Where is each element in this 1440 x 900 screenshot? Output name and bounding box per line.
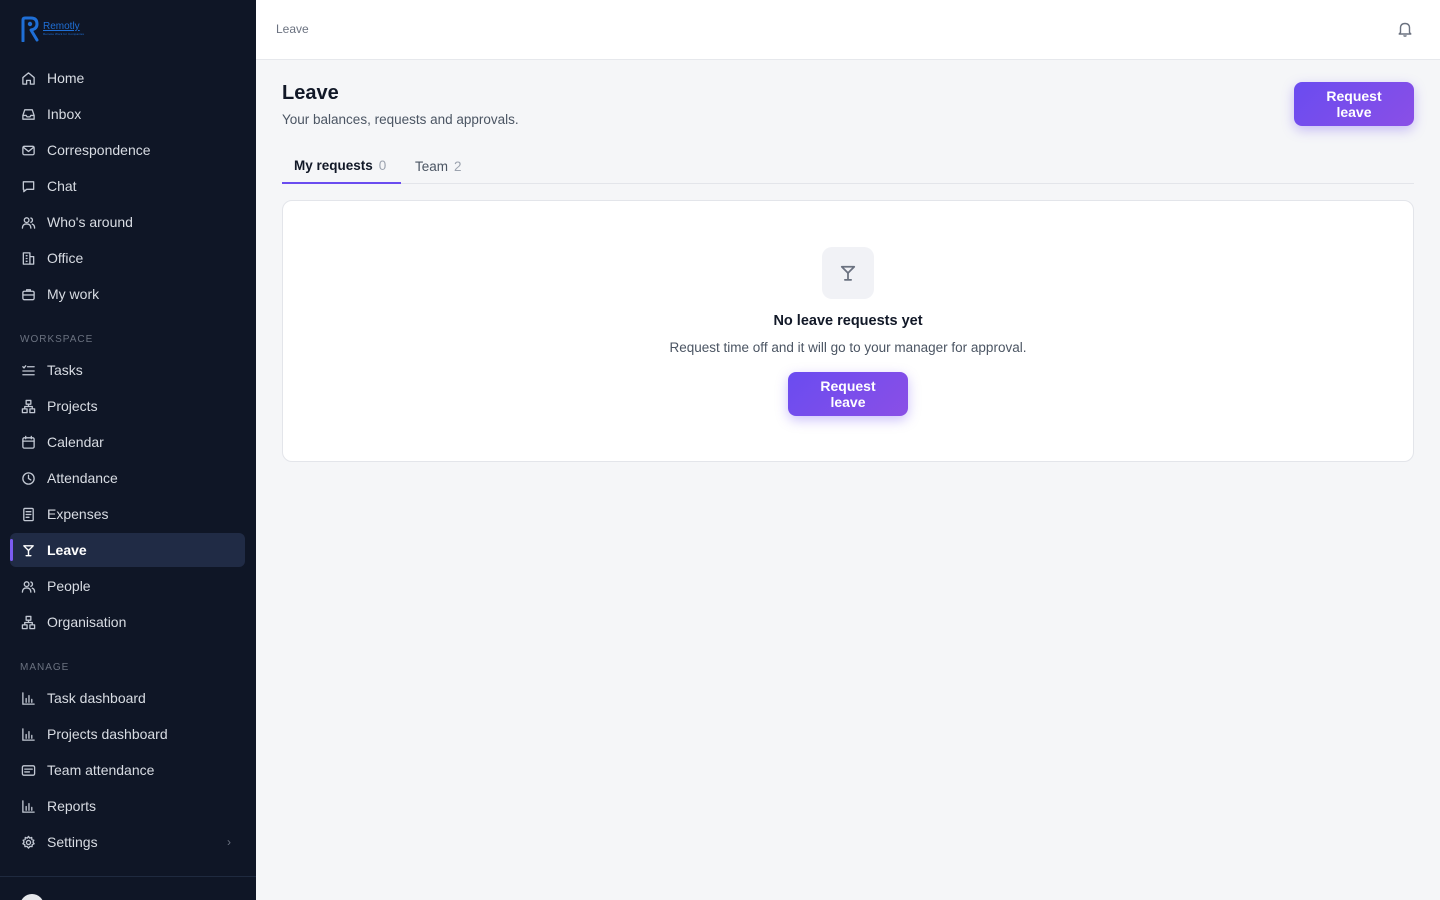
nav-label: Tasks [47, 362, 83, 378]
page-subtitle: Your balances, requests and approvals. [282, 112, 519, 127]
nav-label: Home [47, 70, 85, 86]
nav-home[interactable]: Home [10, 61, 245, 95]
nav-calendar[interactable]: Calendar [10, 425, 245, 459]
tab-label: My requests [294, 157, 373, 173]
bar-chart-icon [20, 798, 37, 815]
empty-request-leave-button[interactable]: Request leave [788, 372, 908, 416]
id-card-icon [20, 762, 37, 779]
tab-label: Team [415, 158, 449, 174]
empty-state-title: No leave requests yet [773, 313, 923, 329]
org-chart-icon [20, 614, 37, 631]
nav-projects[interactable]: Projects [10, 389, 245, 423]
building-icon [20, 250, 37, 267]
nav-chat[interactable]: Chat [10, 169, 245, 203]
tab-my-requests[interactable]: My requests 0 [282, 148, 401, 184]
request-leave-button[interactable]: Request leave [1294, 82, 1414, 126]
briefcase-icon [20, 286, 37, 303]
nav-label: Leave [47, 542, 87, 558]
tab-team[interactable]: Team 2 [403, 148, 474, 184]
nav-label: Correspondence [47, 142, 151, 158]
nav-settings[interactable]: Settings › [10, 825, 245, 859]
page-title: Leave [282, 82, 339, 104]
sidebar-divider [0, 876, 256, 877]
brand-name: Remotly [43, 21, 80, 32]
brand-tagline: Remote Work for Companies [43, 32, 85, 36]
nav-label: Settings [47, 834, 98, 850]
bar-chart-icon [20, 690, 37, 707]
users-icon [20, 214, 37, 231]
people-icon [20, 578, 37, 595]
chevron-right-icon: › [227, 835, 231, 849]
empty-state-text: Request time off and it will go to your … [669, 340, 1027, 355]
brand-logo[interactable]: Remotly Remote Work for Companies [20, 16, 84, 42]
nav-office[interactable]: Office [10, 241, 245, 275]
projects-icon [20, 398, 37, 415]
nav-tasks[interactable]: Tasks [10, 353, 245, 387]
nav-leave[interactable]: Leave [10, 533, 245, 567]
tab-bar: My requests 0 Team 2 [282, 148, 1414, 184]
main-content: Leave Your balances, requests and approv… [256, 60, 1440, 900]
nav-team-attendance[interactable]: Team attendance [10, 753, 245, 787]
nav-label: Reports [47, 798, 97, 814]
nav-label: Inbox [47, 106, 82, 122]
mail-icon [20, 142, 37, 159]
nav-label: Chat [47, 178, 77, 194]
nav-inbox[interactable]: Inbox [10, 97, 245, 131]
sidebar: Remotly Remote Work for Companies Home I… [0, 0, 256, 900]
nav-my-work[interactable]: My work [10, 277, 245, 311]
clock-icon [20, 470, 37, 487]
avatar[interactable] [20, 894, 44, 900]
empty-state-card: No leave requests yet Request time off a… [282, 200, 1414, 462]
cocktail-icon [20, 542, 37, 559]
nav-reports[interactable]: Reports [10, 789, 245, 823]
receipt-icon [20, 506, 37, 523]
nav-label: My work [47, 286, 100, 302]
chat-icon [20, 178, 37, 195]
cocktail-icon [822, 247, 874, 299]
nav-label: Projects dashboard [47, 726, 168, 742]
nav-label: People [47, 578, 91, 594]
section-label-workspace: WORKSPACE [20, 334, 94, 345]
topbar: Leave [256, 0, 1440, 60]
logo-r-icon [21, 16, 39, 42]
tab-count: 2 [454, 158, 462, 174]
inbox-icon [20, 106, 37, 123]
nav-people[interactable]: People [10, 569, 245, 603]
nav-label: Organisation [47, 614, 127, 630]
nav-label: Who's around [47, 214, 133, 230]
nav-expenses[interactable]: Expenses [10, 497, 245, 531]
calendar-icon [20, 434, 37, 451]
nav-label: Task dashboard [47, 690, 146, 706]
tab-count: 0 [378, 157, 387, 173]
bar-chart-icon [20, 726, 37, 743]
home-icon [20, 70, 37, 87]
nav-label: Expenses [47, 506, 109, 522]
nav-task-dashboard[interactable]: Task dashboard [10, 681, 245, 715]
section-label-manage: MANAGE [20, 662, 70, 673]
nav-label: Calendar [47, 434, 104, 450]
nav-label: Team attendance [47, 762, 155, 778]
gear-icon [20, 834, 37, 851]
breadcrumb[interactable]: Leave [276, 22, 309, 36]
nav-organisation[interactable]: Organisation [10, 605, 245, 639]
nav-whos-around[interactable]: Who's around [10, 205, 245, 239]
nav-attendance[interactable]: Attendance [10, 461, 245, 495]
nav-label: Attendance [47, 470, 118, 486]
nav-correspondence[interactable]: Correspondence [10, 133, 245, 167]
tasks-icon [20, 362, 37, 379]
nav-label: Office [47, 250, 84, 266]
nav-label: Projects [47, 398, 98, 414]
nav-projects-dashboard[interactable]: Projects dashboard [10, 717, 245, 751]
bell-icon[interactable] [1396, 20, 1414, 38]
